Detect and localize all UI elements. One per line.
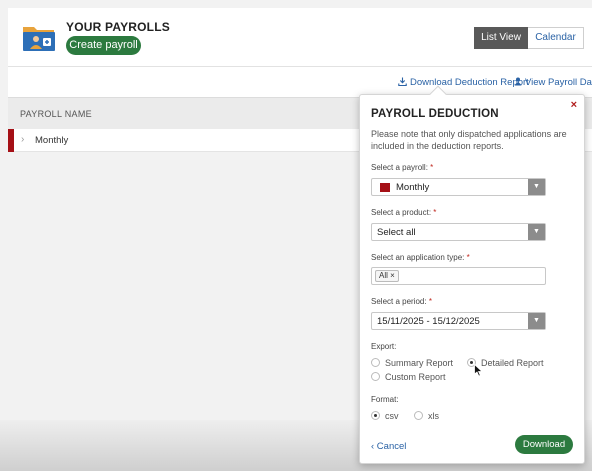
format-label: Format:	[371, 395, 399, 404]
chevron-down-icon[interactable]: ▼	[528, 313, 545, 329]
product-select-label: Select a product: *	[371, 208, 436, 217]
close-icon[interactable]: ×	[571, 99, 577, 111]
user-icon	[514, 77, 522, 86]
payroll-select-label: Select a payroll: *	[371, 163, 433, 172]
format-option-xls[interactable]: xls	[414, 411, 439, 421]
payroll-select-value: Monthly	[396, 182, 430, 193]
period-select[interactable]: 15/11/2025 - 15/12/2025 ▼	[371, 312, 546, 330]
chevron-down-icon[interactable]: ▼	[528, 179, 545, 195]
panel-note: Please note that only dispatched applica…	[371, 129, 567, 151]
panel-title: PAYROLL DEDUCTION	[371, 108, 499, 120]
expand-chevron-icon[interactable]: ›	[21, 134, 24, 145]
create-payroll-button[interactable]: Create payroll	[66, 36, 141, 55]
page-header: YOUR PAYROLLS Create payroll List View C…	[8, 8, 592, 67]
summary-report-label: Summary Report	[385, 358, 454, 368]
download-icon	[398, 77, 407, 87]
column-header-payroll-name: PAYROLL NAME	[20, 109, 92, 119]
application-type-tag[interactable]: All ×	[375, 270, 399, 282]
view-toggle: List View Calendar	[474, 27, 584, 49]
page-title: YOUR PAYROLLS	[66, 20, 170, 34]
download-link-label: Download Deduction Report	[410, 77, 529, 88]
period-select-value: 15/11/2025 - 15/12/2025	[377, 316, 480, 327]
export-option-summary[interactable]: Summary Report	[371, 358, 453, 368]
radio-xls[interactable]	[414, 411, 423, 420]
period-label-text: Select a period:	[371, 297, 427, 306]
period-select-label: Select a period: *	[371, 297, 432, 306]
required-mark: *	[433, 208, 437, 217]
product-label-text: Select a product:	[371, 208, 432, 217]
view-link-label: View Payroll Data	[525, 77, 592, 88]
application-type-label: Select an application type: *	[371, 253, 470, 262]
application-type-multiselect[interactable]: All ×	[371, 267, 546, 285]
chevron-down-icon[interactable]: ▼	[528, 224, 545, 240]
custom-report-label: Custom Report	[385, 372, 446, 382]
actions-bar: Download Deduction Report View Payroll D…	[8, 67, 592, 97]
payroll-select[interactable]: Monthly ▼	[371, 178, 546, 196]
radio-summary[interactable]	[371, 358, 380, 367]
application-type-label-text: Select an application type:	[371, 253, 465, 262]
required-mark: *	[428, 297, 432, 306]
product-select[interactable]: Select all ▼	[371, 223, 546, 241]
required-mark: *	[466, 253, 470, 262]
radio-csv[interactable]	[371, 411, 380, 420]
view-payroll-data-link[interactable]: View Payroll Data	[514, 77, 592, 88]
mouse-cursor-icon	[474, 363, 484, 382]
required-mark: *	[430, 163, 434, 172]
xls-label: xls	[428, 411, 439, 421]
payroll-deduction-panel: × PAYROLL DEDUCTION Please note that onl…	[359, 94, 585, 464]
row-color-marker	[8, 129, 14, 152]
export-label: Export:	[371, 342, 397, 351]
download-button[interactable]: Download	[515, 435, 573, 454]
export-option-custom[interactable]: Custom Report	[371, 372, 446, 382]
download-deduction-report-link[interactable]: Download Deduction Report	[398, 77, 529, 88]
list-view-button[interactable]: List View	[474, 27, 528, 49]
cancel-link[interactable]: ‹ Cancel	[371, 441, 406, 452]
format-option-csv[interactable]: csv	[371, 411, 399, 421]
payroll-name-cell: Monthly	[35, 135, 69, 146]
radio-custom[interactable]	[371, 372, 380, 381]
payroll-color-swatch	[380, 183, 390, 192]
product-select-value: Select all	[377, 227, 416, 238]
payroll-folder-icon	[22, 24, 56, 52]
payroll-label-text: Select a payroll:	[371, 163, 428, 172]
csv-label: csv	[385, 411, 399, 421]
calendar-view-button[interactable]: Calendar	[528, 27, 584, 49]
detailed-report-label: Detailed Report	[481, 358, 544, 368]
